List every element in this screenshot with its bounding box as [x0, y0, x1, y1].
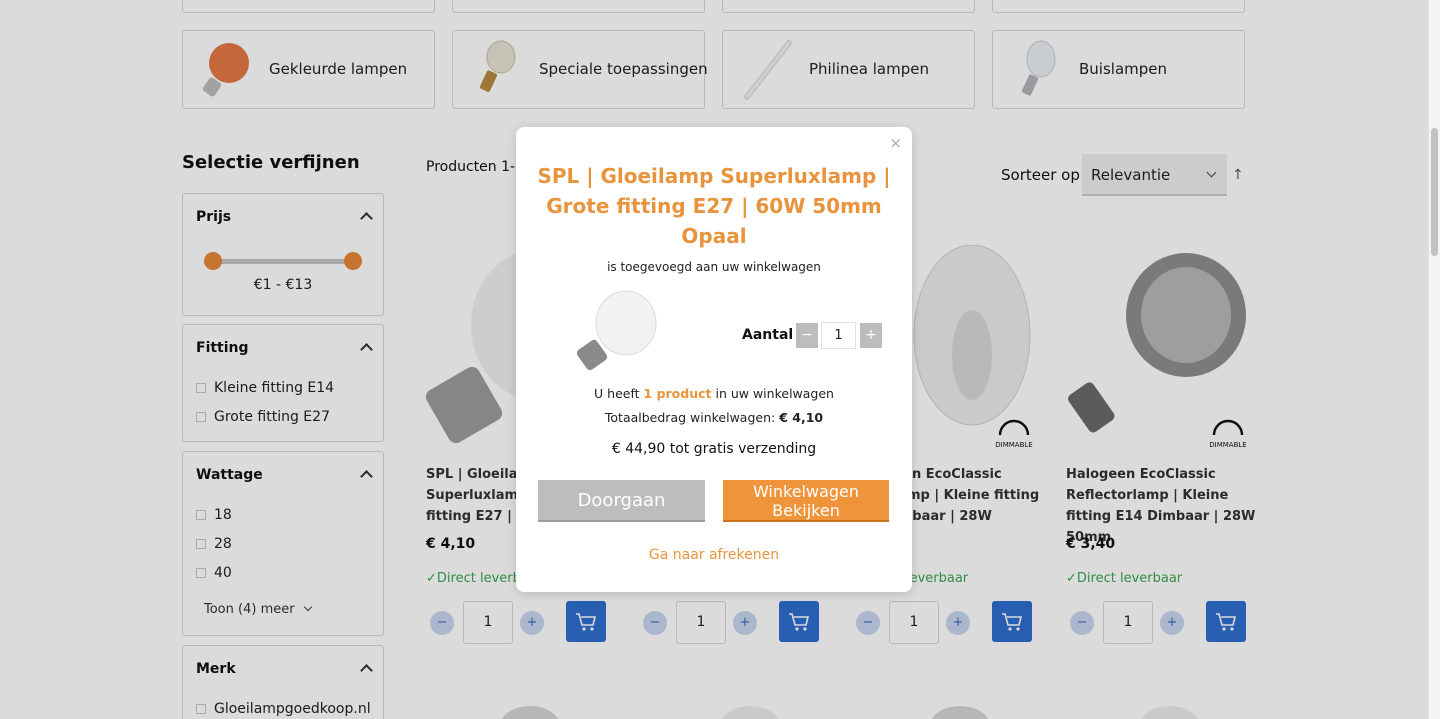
modal-product-image [576, 290, 657, 371]
scrollbar-thumb[interactable] [1431, 128, 1438, 256]
increase-button[interactable]: + [860, 323, 882, 348]
added-text: is toegevoegd aan uw winkelwagen [607, 260, 821, 274]
added-to-cart-modal: × SPL | Gloeilamp Superluxlamp | Grote f… [516, 127, 912, 592]
checkout-link[interactable]: Ga naar afrekenen [516, 547, 912, 563]
modal-product-title: SPL | Gloeilamp Superluxlamp | Grote fit… [537, 164, 891, 248]
cart-total-line: Totaalbedrag winkelwagen: € 4,10 [604, 410, 824, 425]
quantity-label: Aantal [742, 327, 794, 343]
decrease-button[interactable]: − [796, 323, 818, 348]
product-listing-page: Gekleurde lampen Speciale toepassingen P… [0, 0, 1440, 719]
close-icon[interactable]: × [889, 134, 902, 152]
quantity-input[interactable]: 1 [821, 322, 856, 349]
continue-button[interactable]: Doorgaan [538, 480, 705, 522]
view-cart-button[interactable]: Winkelwagen Bekijken [723, 480, 889, 522]
cart-count-line: U heeft 1 product in uw winkelwagen [594, 386, 834, 401]
scrollbar[interactable] [1428, 0, 1440, 719]
free-shipping-text: € 44,90 tot gratis verzending [611, 441, 817, 457]
